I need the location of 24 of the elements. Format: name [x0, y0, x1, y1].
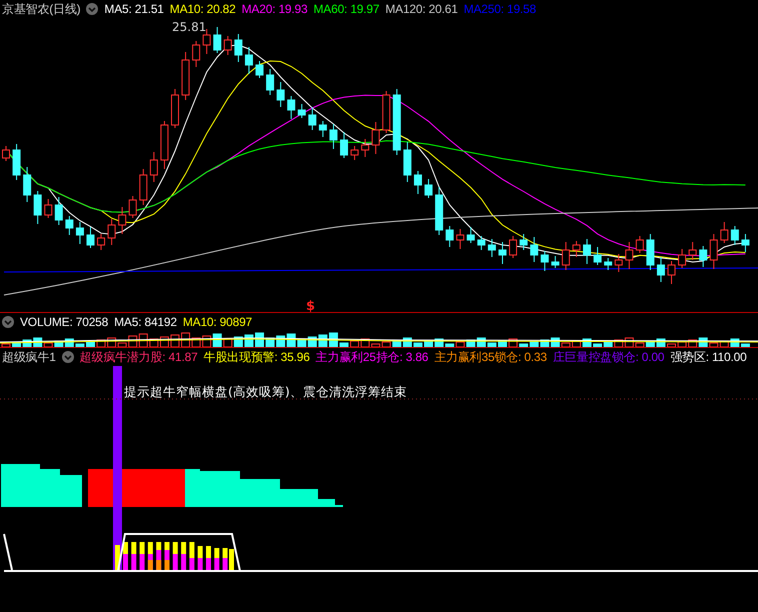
high-price-label: 25.81	[172, 20, 206, 34]
indicator-value: 超级疯牛潜力股: 41.87	[80, 348, 198, 366]
indicator-value: MA10: 20.82	[170, 2, 236, 16]
indicator-value: 牛股出现预警: 35.96	[204, 348, 310, 366]
dropdown-icon[interactable]	[62, 351, 74, 363]
dropdown-icon[interactable]	[86, 3, 98, 15]
indicator-value: MA20: 19.93	[242, 2, 308, 16]
indicator-value: 主力赢利35锁仓: 0.33	[434, 348, 547, 366]
indicator-value: VOLUME: 70258	[20, 314, 108, 328]
indicator-value: MA120: 20.61	[385, 2, 458, 16]
signal-note: 提示超牛窄幅横盘(高效吸筹)、震仓清洗浮筹结束	[124, 384, 407, 399]
indicator-value: 强势区: 110.00	[670, 348, 747, 366]
indicator-value: MA10: 90897	[182, 314, 252, 328]
indicator-value: 庄巨量控盘锁仓: 0.00	[552, 348, 664, 366]
indicator-value: MA5: 84192	[114, 314, 177, 328]
signal-mark: $	[306, 299, 316, 312]
chart-title: 京基智农(日线)	[2, 0, 80, 18]
indicator-value: MA250: 19.58	[464, 2, 536, 16]
indicator-value: 主力赢利25持仓: 3.86	[316, 348, 428, 366]
indicator-value: MA60: 19.97	[314, 2, 380, 16]
slant-line	[3, 534, 13, 570]
indicator-value: MA5: 21.51	[104, 2, 164, 16]
chart-title: 超级疯牛1	[2, 348, 56, 366]
dropdown-icon[interactable]	[2, 316, 14, 328]
